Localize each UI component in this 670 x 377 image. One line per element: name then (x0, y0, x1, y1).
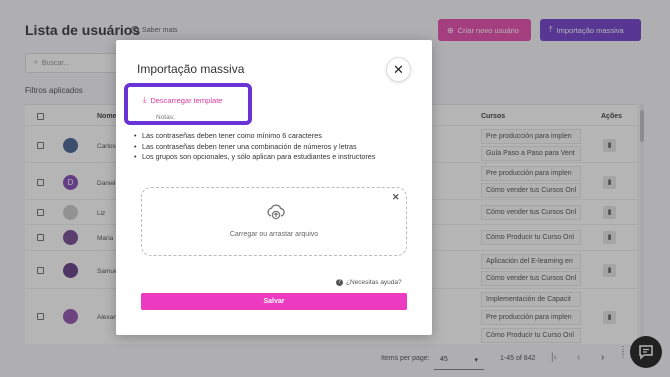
close-icon[interactable]: ✕ (386, 57, 411, 82)
download-template-link[interactable]: ⤓ Descarregar template (143, 95, 222, 105)
dropzone-text: Carregar ou arrastar arquivo (229, 231, 319, 238)
need-help-link[interactable]: ? ¿Necesitas ayuda? (336, 279, 402, 286)
file-dropzone[interactable]: ✕ Carregar ou arrastar arquivo (141, 187, 407, 256)
note-item: Los grupos son opcionales, y sólo aplica… (134, 152, 396, 163)
download-icon: ⤓ (143, 95, 147, 104)
need-help-label: ¿Necesitas ayuda? (346, 279, 402, 286)
download-template-label: Descarregar template (150, 95, 223, 105)
notes-label: Notas: (156, 114, 175, 121)
note-item: Las contraseñas deben tener como mínimo … (134, 131, 396, 142)
dialog-title: Importação massiva (137, 62, 245, 76)
question-icon: ? (336, 279, 343, 286)
save-button[interactable]: Salvar (141, 293, 407, 310)
bulk-import-dialog: Importação massiva ✕ ⤓ Descarregar templ… (116, 40, 432, 335)
note-item: Las contraseñas deben tener una combinac… (134, 142, 396, 153)
clear-file-icon[interactable]: ✕ (392, 192, 400, 203)
notes-list: Las contraseñas deben tener como mínimo … (134, 131, 396, 163)
cloud-upload-icon (267, 204, 285, 220)
